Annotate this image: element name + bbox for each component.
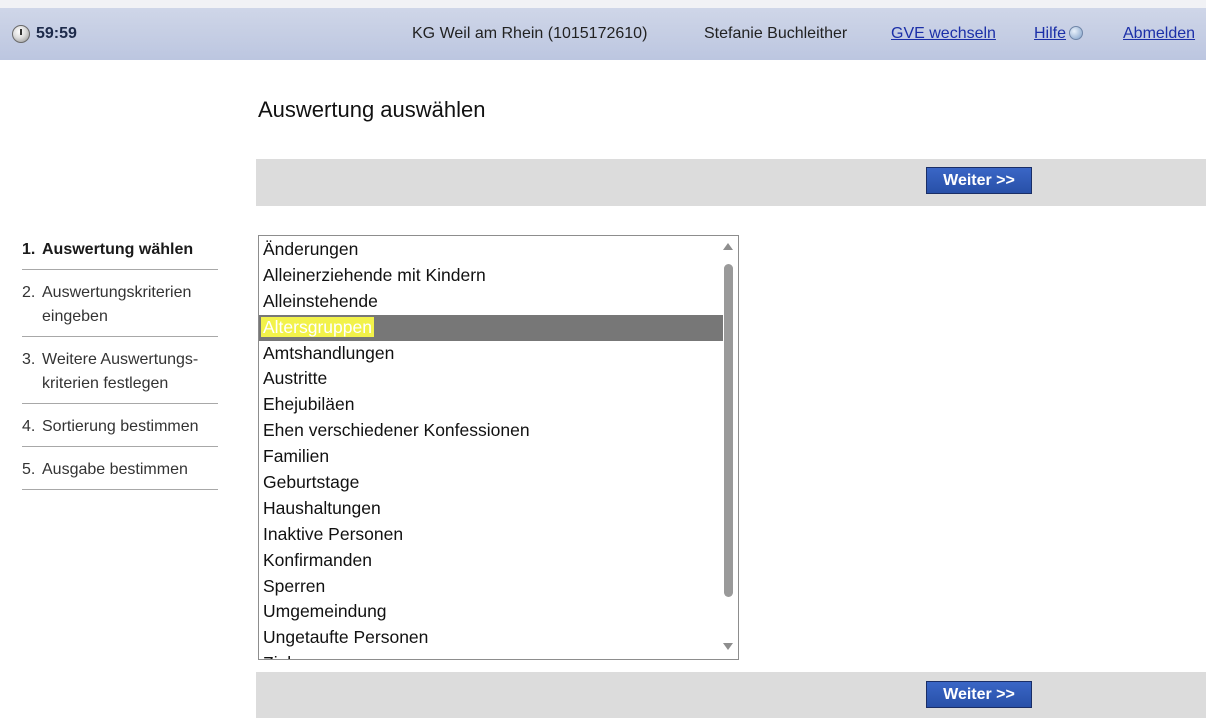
list-item-label: Haushaltungen	[263, 497, 381, 518]
evaluation-listbox[interactable]: Änderungen Alleinerziehende mit Kindern Al…	[258, 235, 739, 660]
step-label: Auswertung wählen	[42, 241, 194, 258]
list-item[interactable]: Ungetaufte Personen	[259, 625, 723, 651]
help-link[interactable]: Hilfe	[1034, 25, 1066, 42]
user-name: Stefanie Buchleither	[704, 25, 848, 42]
page-title: Auswertung auswählen	[258, 97, 486, 122]
list-item-label: Änderungen	[263, 239, 359, 259]
step-number: 3.	[22, 351, 36, 368]
list-item-label: Familien	[263, 446, 330, 467]
list-item-label: Amtshandlungen	[263, 342, 395, 363]
list-item-label: Alleinstehende	[263, 290, 378, 311]
list-item[interactable]: Ehen verschiedener Konfessionen	[259, 418, 723, 444]
list-item[interactable]: Umgemeindung	[259, 599, 723, 625]
header-bar: 59:59 KG Weil am Rhein (1015172610) Stef…	[0, 8, 1206, 60]
list-item-label: Umgemeindung	[263, 601, 387, 622]
step-label: Auswertungskriterien eingeben	[42, 284, 192, 325]
wizard-steps: 1. Auswertung wählen 2. Auswertungskriterie…	[22, 238, 218, 501]
evaluation-options: Änderungen Alleinerziehende mit Kindern Al…	[259, 237, 723, 659]
top-strip	[0, 0, 1206, 8]
help-icon[interactable]	[1069, 26, 1084, 40]
list-item-label: Ungetaufte Personen	[263, 627, 429, 648]
list-item[interactable]: Alleinstehende	[259, 289, 723, 315]
timer-text: 59:59	[36, 25, 77, 42]
bottom-action-bar: Weiter >>	[256, 672, 1206, 718]
list-item-label: Altersgruppen	[261, 316, 374, 337]
list-item-label: Sperren	[263, 575, 326, 596]
step-label: Sortierung bestimmen	[42, 418, 199, 435]
parish-name: KG Weil am Rhein (1015172610)	[412, 25, 648, 42]
list-item[interactable]: Sperren	[259, 574, 723, 600]
step-label: Weitere Auswertungs-kriterien festlegen	[42, 351, 199, 392]
logout-link[interactable]: Abmelden	[1123, 25, 1195, 43]
list-item-label: Ehejubiläen	[263, 394, 355, 415]
list-item[interactable]: Familien	[259, 444, 723, 470]
session-timer: 59:59	[12, 25, 77, 43]
clock-icon	[12, 25, 30, 43]
list-item-selected[interactable]: Altersgruppen	[259, 314, 723, 341]
wizard-step-1[interactable]: 1. Auswertung wählen	[22, 238, 218, 270]
scroll-up-arrow-icon[interactable]	[723, 243, 733, 250]
wizard-step-4[interactable]: 4. Sortierung bestimmen	[22, 415, 218, 447]
list-item-label: Austritte	[263, 368, 328, 389]
switch-gve-link[interactable]: GVE wechseln	[891, 25, 996, 43]
list-item-label: Alleinerziehende mit Kindern	[263, 264, 486, 285]
step-number: 5.	[22, 461, 36, 478]
list-item[interactable]: Ehejubiläen	[259, 392, 723, 418]
list-item[interactable]: Inaktive Personen	[259, 522, 723, 548]
list-item[interactable]: Zielgruppen	[259, 651, 723, 659]
list-item[interactable]: Geburtstage	[259, 470, 723, 496]
help-link-group[interactable]: Hilfe	[1034, 25, 1084, 43]
list-item[interactable]: Amtshandlungen	[259, 341, 723, 367]
list-item[interactable]: Konfirmanden	[259, 548, 723, 574]
step-number: 2.	[22, 284, 36, 301]
scrollbar-thumb[interactable]	[724, 264, 733, 597]
list-item-label: Ehen verschiedener Konfessionen	[263, 420, 530, 441]
list-item[interactable]: Alleinerziehende mit Kindern	[259, 263, 723, 289]
list-item[interactable]: Haushaltungen	[259, 496, 723, 522]
list-item-label: Konfirmanden	[263, 549, 372, 570]
list-item-label: Geburtstage	[263, 472, 360, 493]
list-item-label: Zielgruppen	[263, 653, 355, 659]
scroll-down-arrow-icon[interactable]	[723, 643, 733, 650]
wizard-step-5[interactable]: 5. Ausgabe bestimmen	[22, 458, 218, 490]
next-button-bottom[interactable]: Weiter >>	[926, 681, 1032, 708]
step-number: 1.	[22, 241, 36, 258]
wizard-step-2[interactable]: 2. Auswertungskriterien eingeben	[22, 281, 218, 337]
wizard-step-3[interactable]: 3. Weitere Auswertungs-kriterien festlege…	[22, 348, 218, 404]
list-item[interactable]: Austritte	[259, 366, 723, 392]
step-number: 4.	[22, 418, 36, 435]
list-item[interactable]: Änderungen	[259, 237, 723, 263]
top-action-bar: Weiter >>	[256, 159, 1206, 206]
next-button-top[interactable]: Weiter >>	[926, 167, 1032, 194]
step-label: Ausgabe bestimmen	[42, 461, 188, 478]
list-item-label: Inaktive Personen	[263, 523, 404, 544]
